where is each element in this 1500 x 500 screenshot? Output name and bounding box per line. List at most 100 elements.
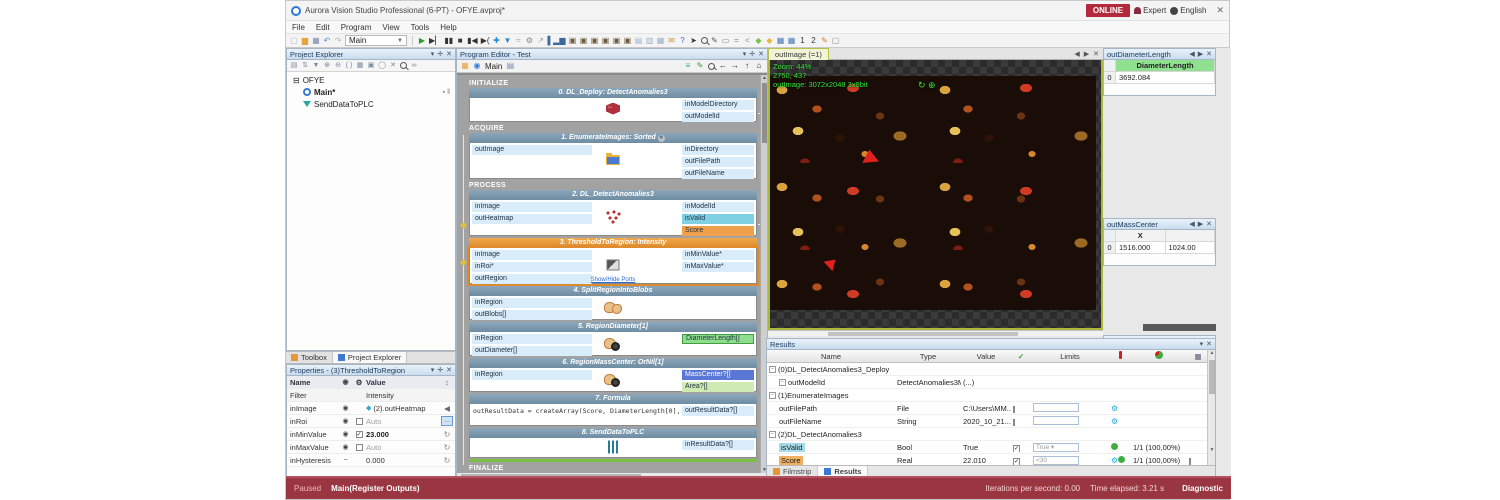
wrench-icon[interactable]: ⚙ xyxy=(526,36,534,46)
data-row[interactable]: 03692.084 xyxy=(1104,72,1215,84)
tree-root[interactable]: ⊟OFYE xyxy=(289,74,453,86)
reset-icon[interactable]: ↻ xyxy=(444,430,451,439)
chart-icon[interactable]: ▌▂▆ xyxy=(548,36,566,46)
property-row[interactable]: inRoi◉Auto… xyxy=(287,415,455,428)
col-value[interactable]: Value xyxy=(961,352,1011,361)
explorer-tool-icon-0[interactable]: ▤ xyxy=(290,61,298,71)
panel-menu-icon[interactable]: ▾ xyxy=(743,50,747,58)
search-icon[interactable] xyxy=(708,63,715,70)
redo-icon[interactable]: ↷ xyxy=(334,36,342,46)
nav-up-icon[interactable]: ↑ xyxy=(743,61,751,71)
stop-icon[interactable]: ■ xyxy=(456,36,464,46)
step-block[interactable]: 1. EnumerateImages: Sorted✕outImageinDir… xyxy=(469,133,757,179)
step-title[interactable]: 3. ThresholdToRegion: Intensity xyxy=(469,238,757,248)
expander-icon[interactable]: ⊟ xyxy=(293,76,300,85)
profile-1-icon[interactable]: 1 xyxy=(799,36,807,46)
col-pass-ratio-icon[interactable] xyxy=(1131,351,1187,361)
output-port[interactable]: inResultData?[] xyxy=(682,440,754,450)
extra-checkbox[interactable] xyxy=(1189,458,1191,465)
input-port[interactable]: inRoi* xyxy=(472,262,592,272)
limit-checkbox[interactable] xyxy=(1013,419,1015,426)
table-row[interactable]: −(1)EnumerateImages xyxy=(767,389,1215,402)
limit-input[interactable] xyxy=(1033,416,1079,425)
menu-file[interactable]: File xyxy=(292,23,305,32)
diagnostic-icon[interactable]: ↗ xyxy=(537,36,545,46)
property-row[interactable]: inImage◉◆(2).outHeatmap◀ xyxy=(287,402,455,415)
col-check-icon[interactable]: ✓ xyxy=(1011,352,1031,361)
property-row[interactable]: inHysteresis−0.000↻ xyxy=(287,454,455,467)
expander-icon[interactable]: − xyxy=(769,392,776,399)
online-badge[interactable]: ONLINE xyxy=(1086,4,1130,17)
step-block[interactable]: 8. SendDataToPLC inResultData?[] xyxy=(469,428,757,462)
menu-view[interactable]: View xyxy=(382,23,399,32)
column-header[interactable]: DiameterLength xyxy=(1116,60,1215,71)
step-title[interactable]: 4. SplitRegionIntoBlobs xyxy=(469,286,757,296)
run-icon[interactable]: ▶ xyxy=(418,36,426,46)
editor-scope-label[interactable]: Main xyxy=(485,62,502,71)
view-window-1-icon[interactable]: ▣ xyxy=(569,36,577,46)
gear-icon[interactable]: ⚙ xyxy=(1111,404,1118,413)
reset-icon[interactable]: ↻ xyxy=(444,456,451,465)
pen-icon[interactable]: ✎ xyxy=(711,36,719,46)
explorer-tool-icon-9[interactable]: ✕ xyxy=(389,61,397,71)
tab-toolbox[interactable]: Toolbox xyxy=(286,352,333,363)
nav-forward-icon[interactable]: → xyxy=(731,61,739,71)
eye-icon[interactable]: − xyxy=(339,457,352,464)
close-icon[interactable]: ✕ xyxy=(1206,340,1212,348)
gear-icon[interactable]: ⚙ xyxy=(1111,417,1118,426)
eye-icon[interactable]: ◉ xyxy=(339,417,352,425)
help-icon[interactable]: ? xyxy=(679,36,687,46)
expander-icon[interactable]: − xyxy=(779,379,786,386)
edit-icon[interactable]: ✎ xyxy=(696,61,704,71)
property-value[interactable]: ◆(2).outHeatmap xyxy=(366,404,439,413)
next-view-icon[interactable]: ▶ xyxy=(1084,50,1089,58)
explorer-tool-icon-5[interactable]: ( ) xyxy=(345,61,353,71)
show-hide-ports-link[interactable]: Show/Hide Ports xyxy=(591,277,636,283)
input-port[interactable]: outHeatmap xyxy=(472,214,592,224)
layout-1-icon[interactable]: ▤ xyxy=(635,36,643,46)
tab-project-explorer[interactable]: Project Explorer xyxy=(333,352,407,363)
output-port[interactable]: Score xyxy=(682,226,754,236)
plug-yellow-icon[interactable]: ◆ xyxy=(766,36,774,46)
gear-icon[interactable]: ⚙ xyxy=(1111,456,1118,465)
view-window-4-icon[interactable]: ▣ xyxy=(602,36,610,46)
input-port[interactable]: inImage xyxy=(472,202,592,212)
step-block[interactable]: 7. FormulaoutResultData = createArray(Sc… xyxy=(469,394,757,426)
expander-icon[interactable]: − xyxy=(769,431,776,438)
eye-icon[interactable]: ◉ xyxy=(339,404,352,412)
col-thermometer-icon[interactable] xyxy=(1109,351,1131,361)
step-block[interactable]: 5. RegionDiameter[1]inRegionoutDiameter[… xyxy=(469,322,757,356)
property-value[interactable]: Auto xyxy=(366,417,439,426)
limit-input[interactable]: True ▾ xyxy=(1033,443,1079,452)
explorer-tool-icon-6[interactable]: ▦ xyxy=(356,61,364,71)
menu-help[interactable]: Help xyxy=(440,23,456,32)
table-row[interactable]: outFilePathFileC:\Users\MM...⚙ xyxy=(767,402,1215,415)
overlay-refresh-icon[interactable]: ↻ ⊕ xyxy=(918,80,936,91)
data-row[interactable]: 01516.0001024.00 xyxy=(1104,242,1215,254)
layout-3-icon[interactable]: ▦ xyxy=(657,36,665,46)
signal-icon[interactable]: ≈ xyxy=(515,36,523,46)
prev-view-icon[interactable]: ◀ xyxy=(1074,50,1079,58)
property-row[interactable]: inMinValue◉✓23.000↻ xyxy=(287,428,455,441)
user-mode[interactable]: Expert xyxy=(1134,6,1166,15)
pin-icon[interactable]: ✛ xyxy=(437,366,443,374)
layout-2-icon[interactable]: ▥ xyxy=(646,36,654,46)
step-over-icon[interactable]: ▶▏ xyxy=(429,36,441,46)
output-port[interactable]: outFileName xyxy=(682,169,754,179)
explorer-tool-icon-1[interactable]: ⇅ xyxy=(301,61,309,71)
eye-icon[interactable]: ◉ xyxy=(339,430,352,438)
view-window-2-icon[interactable]: ▣ xyxy=(580,36,588,46)
property-value[interactable]: Intensity xyxy=(366,391,439,400)
step-block[interactable]: 6. RegionMassCenter: OrNil[1]inRegionMas… xyxy=(469,358,757,392)
program-canvas[interactable]: ▲ ▼ INITIALIZE0. DL_Deploy: DetectAnomal… xyxy=(457,73,767,473)
property-value[interactable]: 0.000 xyxy=(366,456,439,465)
input-port[interactable]: inRegion xyxy=(472,298,592,308)
view-window-5-icon[interactable]: ▣ xyxy=(613,36,621,46)
output-port[interactable]: DiameterLength[] xyxy=(682,334,754,344)
step-title[interactable]: 8. SendDataToPLC xyxy=(469,428,757,438)
pin-icon[interactable]: ✛ xyxy=(437,50,443,58)
view-window-6-icon[interactable]: ▣ xyxy=(624,36,632,46)
input-port[interactable]: outBlobs[] xyxy=(472,310,592,320)
toolbox-icon[interactable]: ▦ xyxy=(461,61,469,71)
input-port[interactable]: outRegion xyxy=(472,274,592,284)
